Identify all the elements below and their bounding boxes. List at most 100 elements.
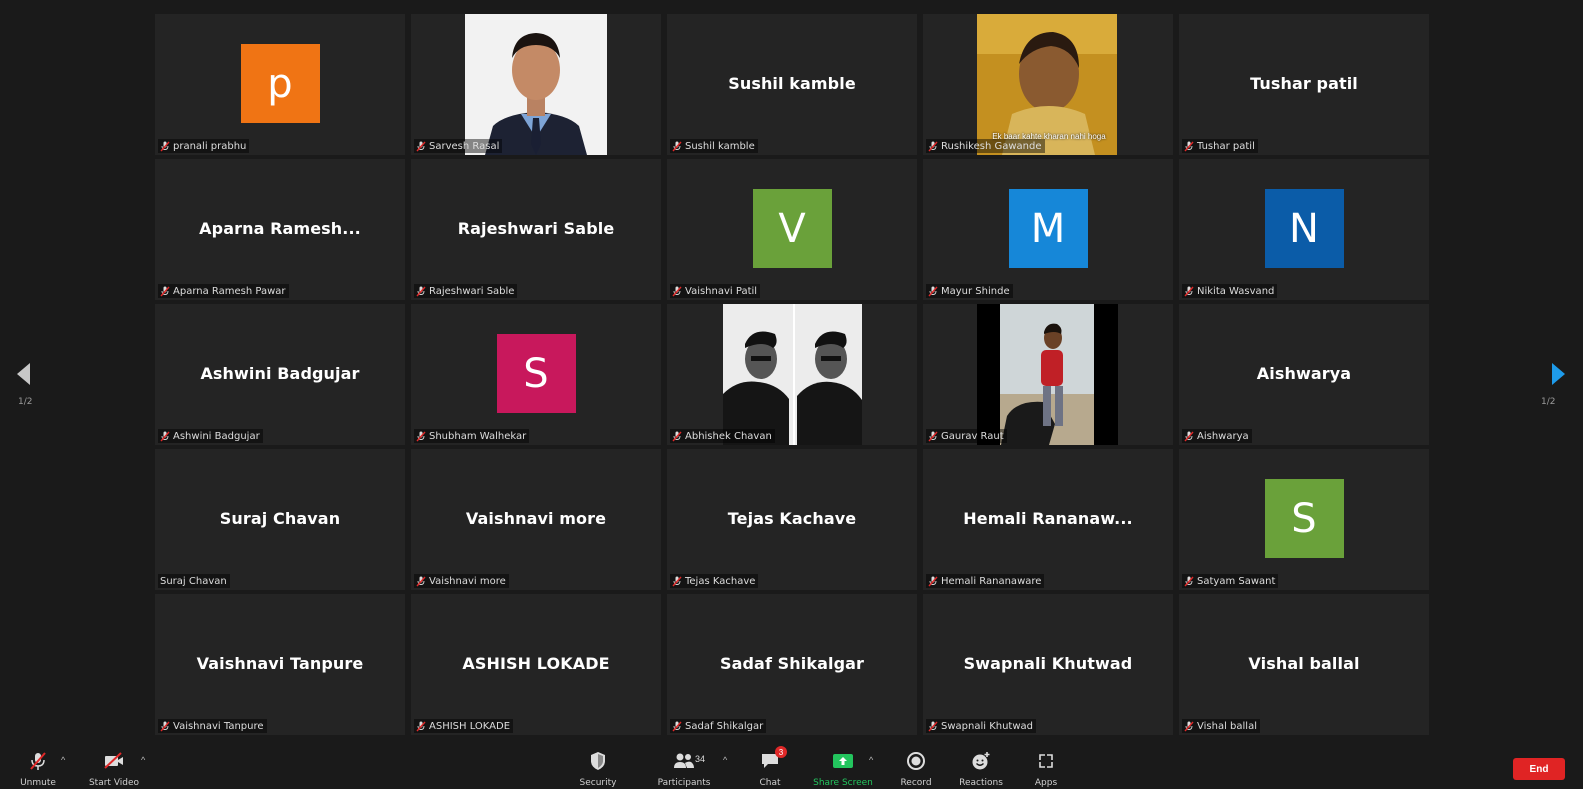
participant-name-label: Nikita Wasvand	[1182, 284, 1278, 298]
participant-display-name: Sushil kamble	[728, 74, 856, 93]
participant-tile[interactable]: S Satyam Sawant	[1179, 449, 1429, 590]
participant-tile[interactable]: Sarvesh Rasal	[411, 14, 661, 155]
participant-name: Rushikesh Gawande	[941, 140, 1042, 152]
participant-tile[interactable]: Rajeshwari Sable Rajeshwari Sable	[411, 159, 661, 300]
audio-options-chevron-icon[interactable]: ^	[61, 755, 65, 765]
muted-mic-icon	[416, 141, 426, 151]
record-button[interactable]: Record	[881, 750, 951, 788]
participant-name-label: Vaishnavi more	[414, 574, 509, 588]
apps-icon	[1039, 754, 1053, 768]
participant-tile[interactable]: Sadaf Shikalgar Sadaf Shikalgar	[667, 594, 917, 735]
participant-tile[interactable]: Aparna Ramesh... Aparna Ramesh Pawar	[155, 159, 405, 300]
participant-tile[interactable]: Abhishek Chavan	[667, 304, 917, 445]
participant-name-label: Shubham Walhekar	[414, 429, 530, 443]
participant-display-name: Rajeshwari Sable	[457, 219, 615, 238]
share-options-chevron-icon[interactable]: ^	[869, 755, 873, 765]
muted-mic-icon	[928, 576, 938, 586]
muted-mic-icon	[672, 286, 682, 296]
participant-name: Sadaf Shikalgar	[685, 720, 764, 732]
participant-name: Aparna Ramesh Pawar	[173, 285, 286, 297]
participant-name-label: Hemali Rananaware	[926, 574, 1045, 588]
participant-name: Aishwarya	[1197, 430, 1249, 442]
participants-button[interactable]: 34 Participants	[649, 750, 719, 788]
next-page-arrow-icon[interactable]	[1548, 362, 1568, 386]
muted-mic-icon	[1184, 721, 1194, 731]
participant-display-name: ASHISH LOKADE	[462, 654, 610, 673]
participant-tile[interactable]: Vishal ballal Vishal ballal	[1179, 594, 1429, 735]
participant-name: Mayur Shinde	[941, 285, 1010, 297]
participants-icon	[674, 753, 694, 768]
participant-tile[interactable]: Vaishnavi Tanpure Vaishnavi Tanpure	[155, 594, 405, 735]
participant-tile[interactable]: Tushar patil Tushar patil	[1179, 14, 1429, 155]
prev-page-arrow-icon[interactable]	[14, 362, 34, 386]
participant-display-name: Swapnali Khutwad	[963, 654, 1133, 673]
participant-name-label: Sarvesh Rasal	[414, 139, 503, 153]
chat-button[interactable]: 3 Chat	[735, 746, 805, 788]
muted-mic-icon	[160, 286, 170, 296]
participant-avatar: V	[752, 189, 832, 268]
participant-avatar: S	[1264, 479, 1344, 558]
participant-name: Satyam Sawant	[1197, 575, 1276, 587]
participant-name: Vaishnavi Patil	[685, 285, 758, 297]
apps-button[interactable]: Apps	[1011, 750, 1081, 788]
participant-name: ASHISH LOKADE	[429, 720, 511, 732]
participant-tile[interactable]: V Vaishnavi Patil	[667, 159, 917, 300]
participant-name-label: Mayur Shinde	[926, 284, 1013, 298]
participant-tile[interactable]: Vaishnavi more Vaishnavi more	[411, 449, 661, 590]
shield-icon	[591, 752, 605, 770]
share-screen-button[interactable]: Share Screen	[808, 750, 878, 788]
participant-display-name: Vaishnavi Tanpure	[196, 654, 364, 673]
participant-tile[interactable]: Gaurav Raut	[923, 304, 1173, 445]
muted-mic-icon	[416, 286, 426, 296]
participant-tile[interactable]: Suraj Chavan Suraj Chavan	[155, 449, 405, 590]
participant-name: Swapnali Khutwad	[941, 720, 1034, 732]
participant-name-label: Satyam Sawant	[1182, 574, 1279, 588]
participant-name: Gaurav Raut	[941, 430, 1004, 442]
participant-name-label: Vaishnavi Tanpure	[158, 719, 267, 733]
participant-tile[interactable]: Ek baar kahte kharan nahi hoga Rushikesh …	[923, 14, 1173, 155]
muted-mic-icon	[672, 141, 682, 151]
video-options-chevron-icon[interactable]: ^	[141, 755, 145, 765]
participant-name-label: Suraj Chavan	[158, 574, 230, 588]
participant-tile[interactable]: N Nikita Wasvand	[1179, 159, 1429, 300]
participant-avatar: M	[1008, 189, 1088, 268]
page-indicator-right: 1/2	[1541, 397, 1556, 407]
participant-tile[interactable]: Sushil kamble Sushil kamble	[667, 14, 917, 155]
participant-tile[interactable]: Aishwarya Aishwarya	[1179, 304, 1429, 445]
participant-tile[interactable]: ASHISH LOKADE ASHISH LOKADE	[411, 594, 661, 735]
participant-name-label: Aishwarya	[1182, 429, 1252, 443]
muted-mic-icon	[1184, 286, 1194, 296]
participant-tile[interactable]: M Mayur Shinde	[923, 159, 1173, 300]
share-screen-icon	[833, 754, 853, 768]
participant-name-label: Tushar patil	[1182, 139, 1258, 153]
participant-tile[interactable]: p pranali prabhu	[155, 14, 405, 155]
participant-tile[interactable]: S Shubham Walhekar	[411, 304, 661, 445]
participant-tile[interactable]: Hemali Rananaw... Hemali Rananaware	[923, 449, 1173, 590]
participant-name: Sarvesh Rasal	[429, 140, 500, 152]
muted-mic-icon	[928, 721, 938, 731]
muted-mic-icon	[672, 576, 682, 586]
participant-tile[interactable]: Tejas Kachave Tejas Kachave	[667, 449, 917, 590]
end-meeting-button[interactable]: End	[1513, 758, 1565, 780]
muted-mic-icon	[672, 721, 682, 731]
participant-tile[interactable]: Ashwini Badgujar Ashwini Badgujar	[155, 304, 405, 445]
participant-photo	[465, 14, 607, 155]
participant-tile[interactable]: Swapnali Khutwad Swapnali Khutwad	[923, 594, 1173, 735]
start-video-button[interactable]: Start Video	[79, 750, 149, 788]
participants-options-chevron-icon[interactable]: ^	[723, 755, 727, 765]
participant-name-label: Sushil kamble	[670, 139, 758, 153]
participant-name: Rajeshwari Sable	[429, 285, 515, 297]
muted-mic-icon	[30, 752, 46, 770]
participant-name-label: Abhishek Chavan	[670, 429, 775, 443]
participant-name-label: Tejas Kachave	[670, 574, 759, 588]
participant-name-label: Sadaf Shikalgar	[670, 719, 767, 733]
participant-display-name: Suraj Chavan	[219, 509, 341, 528]
muted-mic-icon	[672, 431, 682, 441]
record-icon	[907, 752, 925, 770]
reactions-button[interactable]: Reactions	[946, 750, 1016, 788]
participant-avatar: S	[496, 334, 576, 413]
muted-mic-icon	[1184, 431, 1194, 441]
muted-mic-icon	[928, 286, 938, 296]
participant-display-name: Tushar patil	[1250, 74, 1358, 93]
security-button[interactable]: Security	[563, 750, 633, 788]
